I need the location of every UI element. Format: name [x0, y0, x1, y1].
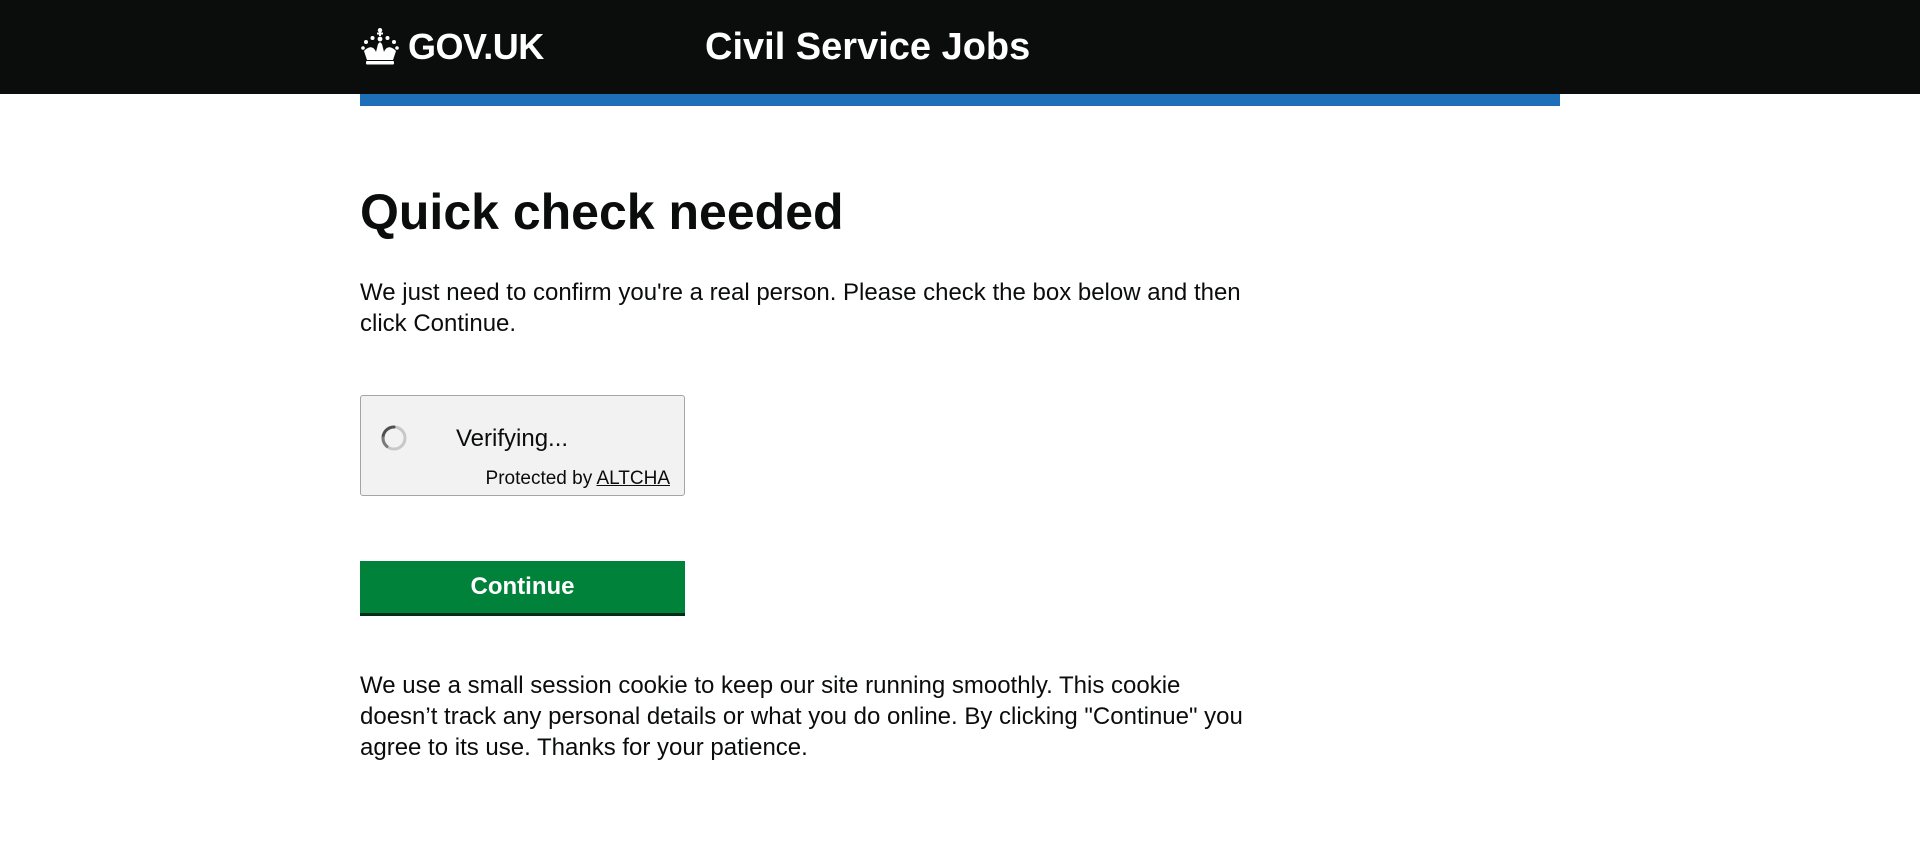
protected-by-text: Protected by: [485, 468, 593, 489]
intro-text: We just need to confirm you're a real pe…: [360, 279, 1241, 337]
govuk-logo-text: GOV.UK: [408, 26, 544, 67]
service-name-link[interactable]: Civil Service Jobs: [705, 24, 1030, 70]
header-accent-bar: [360, 94, 1560, 106]
crown-icon: [361, 28, 399, 65]
altcha-link[interactable]: ALTCHA: [596, 468, 670, 489]
spinner-icon: [381, 425, 407, 451]
site-header: GOV.UK Civil Service Jobs: [0, 0, 1920, 94]
protected-by-label: Protected by ALTCHA: [486, 468, 670, 490]
govuk-logo-link[interactable]: GOV.UK: [360, 24, 544, 70]
continue-button[interactable]: Continue: [360, 561, 685, 613]
altcha-widget[interactable]: Verifying... Protected by ALTCHA: [360, 395, 685, 496]
verification-status: Verifying...: [456, 425, 569, 452]
cookie-notice: We use a small session cookie to keep ou…: [360, 672, 1243, 761]
page-title: Quick check needed: [360, 184, 844, 240]
header-container: GOV.UK Civil Service Jobs: [360, 0, 1560, 94]
